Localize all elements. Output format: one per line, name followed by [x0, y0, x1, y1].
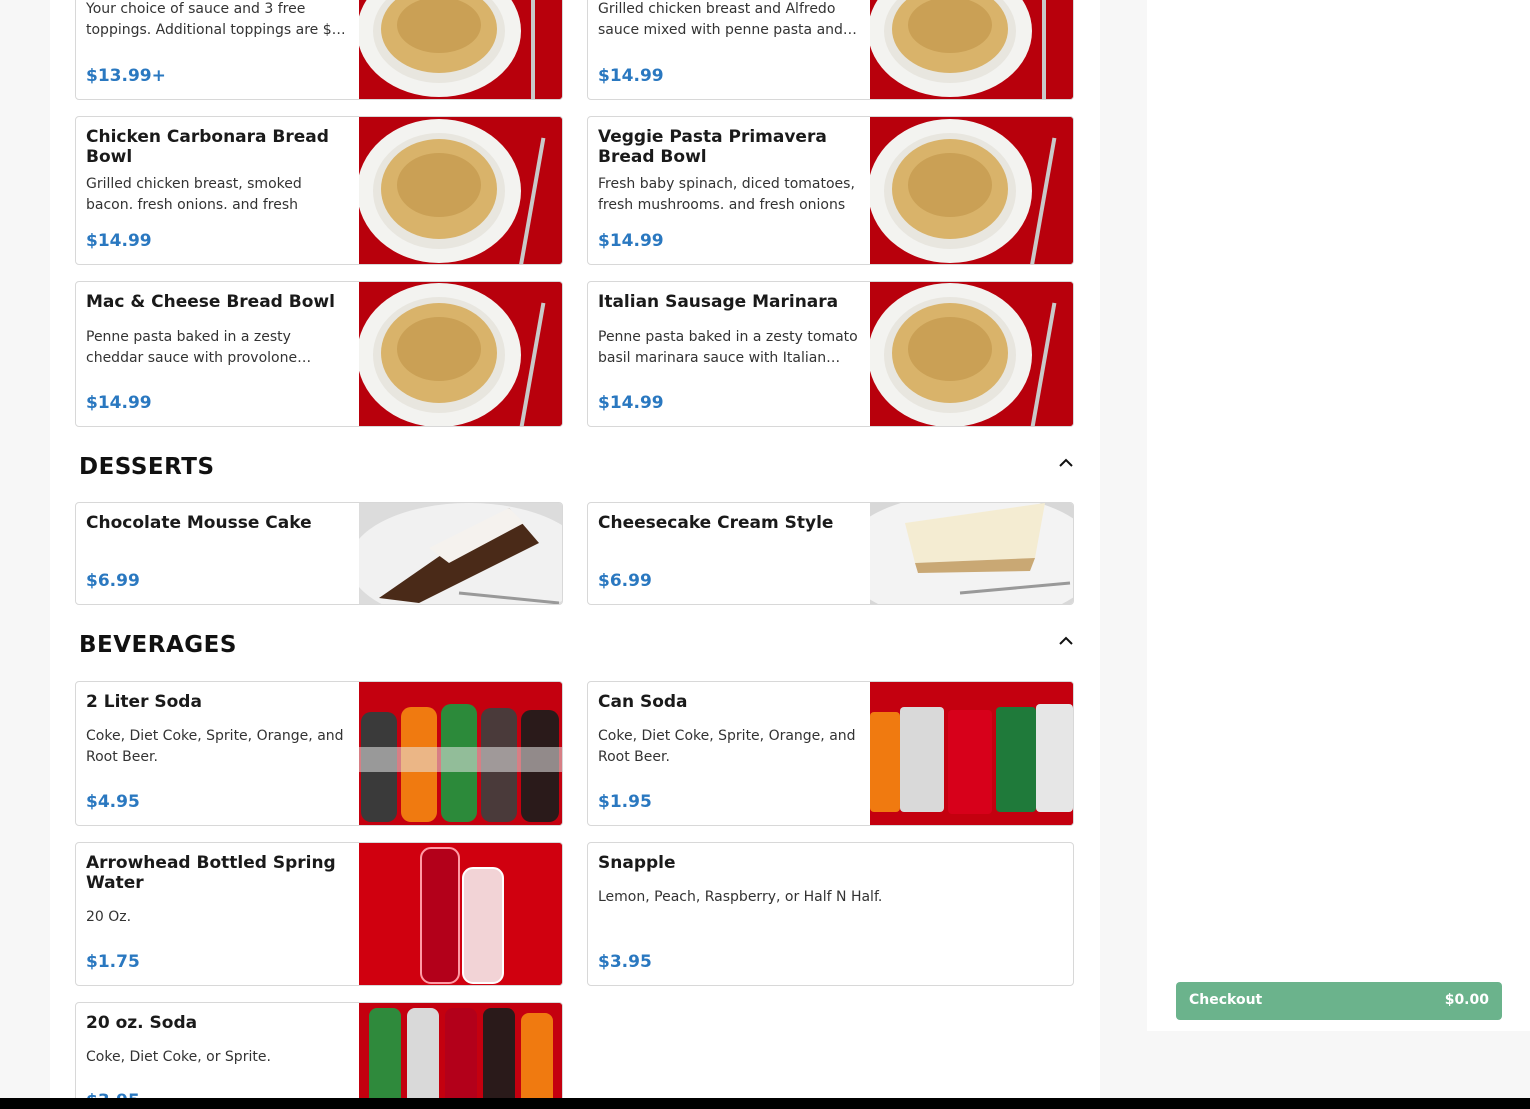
menu-item-card[interactable]: Mac & Cheese Bread Bowl Penne pasta bake… [75, 281, 563, 427]
menu-item-card[interactable]: 20 oz. Soda Coke, Diet Coke, or Sprite. … [75, 1002, 563, 1100]
menu-item-card[interactable]: Snapple Lemon, Peach, Raspberry, or Half… [587, 842, 1074, 986]
item-description: Grilled chicken breast and Alfredo sauce… [598, 1, 857, 38]
pasta-bowl-photo [359, 117, 562, 264]
cheesecake-photo [870, 503, 1073, 604]
soda-bottles-photo [359, 1003, 562, 1100]
menu-item-card[interactable]: Your choice of sauce and 3 free toppings… [75, 0, 563, 100]
item-price: $4.95 [86, 792, 140, 812]
item-price: $14.99 [86, 393, 152, 413]
pasta-bowl-photo [870, 0, 1073, 99]
menu-item-card[interactable]: Can Soda Coke, Diet Coke, Sprite, Orange… [587, 681, 1074, 826]
chevron-up-icon[interactable] [1057, 633, 1075, 647]
section-heading-beverages: BEVERAGES [79, 632, 237, 658]
cart-panel [1147, 0, 1530, 1031]
item-price: $1.75 [86, 952, 140, 972]
menu-item-card[interactable]: Italian Sausage Marinara Penne pasta bak… [587, 281, 1074, 427]
soda-cans-photo [870, 682, 1073, 825]
menu-item-card[interactable]: Arrowhead Bottled Spring Water 20 Oz. $1… [75, 842, 563, 986]
checkout-button[interactable]: Checkout $0.00 [1176, 982, 1502, 1020]
menu-item-card[interactable]: 2 Liter Soda Coke, Diet Coke, Sprite, Or… [75, 681, 563, 826]
item-title: 20 oz. Soda [86, 1013, 198, 1033]
item-title: Chocolate Mousse Cake [86, 513, 312, 533]
item-title: Cheesecake Cream Style [598, 513, 834, 533]
item-price: $6.99 [86, 571, 140, 591]
pasta-bowl-photo [870, 117, 1073, 264]
checkout-total: $0.00 [1444, 992, 1489, 1008]
section-heading-desserts: DESSERTS [79, 454, 215, 480]
item-description: Lemon, Peach, Raspberry, or Half N Half. [598, 889, 883, 905]
item-description: Coke, Diet Coke, Sprite, Orange, and Roo… [598, 728, 856, 765]
pasta-bowl-photo [359, 282, 562, 426]
item-description: Penne pasta baked in a zesty tomato basi… [598, 329, 858, 366]
checkout-label: Checkout [1189, 992, 1263, 1008]
item-title: Snapple [598, 853, 676, 873]
item-price: $6.99 [598, 571, 652, 591]
menu-item-card[interactable]: Grilled chicken breast and Alfredo sauce… [587, 0, 1074, 100]
item-title: Italian Sausage Marinara [598, 292, 839, 312]
item-price: $1.95 [598, 792, 652, 812]
menu-item-card[interactable]: Veggie Pasta Primavera Bread Bowl Fresh … [587, 116, 1074, 265]
item-title: Arrowhead Bottled Spring Water [86, 853, 336, 893]
item-title: 2 Liter Soda [86, 692, 202, 712]
item-description: Coke, Diet Coke, or Sprite. [86, 1049, 271, 1065]
bottom-edge-bar [0, 1098, 1530, 1109]
item-title: Mac & Cheese Bread Bowl [86, 292, 335, 312]
two-liter-bottles-photo [359, 682, 562, 825]
pasta-bowl-photo [359, 0, 562, 99]
item-price: $14.99 [598, 231, 664, 251]
item-price: $3.95 [598, 952, 652, 972]
item-title: Veggie Pasta Primavera Bread Bowl [598, 127, 827, 167]
item-description: Grilled chicken breast, smoked bacon, fr… [86, 176, 302, 209]
water-bottles-photo [359, 843, 562, 985]
menu-item-card[interactable]: Chicken Carbonara Bread Bowl Grilled chi… [75, 116, 563, 265]
menu-item-card[interactable]: Cheesecake Cream Style $6.99 [587, 502, 1074, 605]
item-price: $14.99 [598, 393, 664, 413]
chevron-up-icon[interactable] [1057, 455, 1075, 469]
menu-column: Your choice of sauce and 3 free toppings… [50, 0, 1100, 1100]
item-price: $13.99+ [86, 66, 166, 86]
item-description: 20 Oz. [86, 909, 132, 925]
chocolate-cake-photo [359, 503, 562, 604]
item-description: Penne pasta baked in a zesty cheddar sau… [86, 329, 312, 366]
item-title: Chicken Carbonara Bread Bowl [86, 127, 329, 167]
pasta-bowl-photo [870, 282, 1073, 426]
item-price: $14.99 [598, 66, 664, 86]
item-description: Coke, Diet Coke, Sprite, Orange, and Roo… [86, 728, 344, 765]
item-title: Can Soda [598, 692, 688, 712]
menu-item-card[interactable]: Chocolate Mousse Cake $6.99 [75, 502, 563, 605]
item-description: Your choice of sauce and 3 free toppings… [86, 1, 346, 38]
item-description: Fresh baby spinach, diced tomatoes, fres… [598, 176, 855, 209]
item-price: $14.99 [86, 231, 152, 251]
